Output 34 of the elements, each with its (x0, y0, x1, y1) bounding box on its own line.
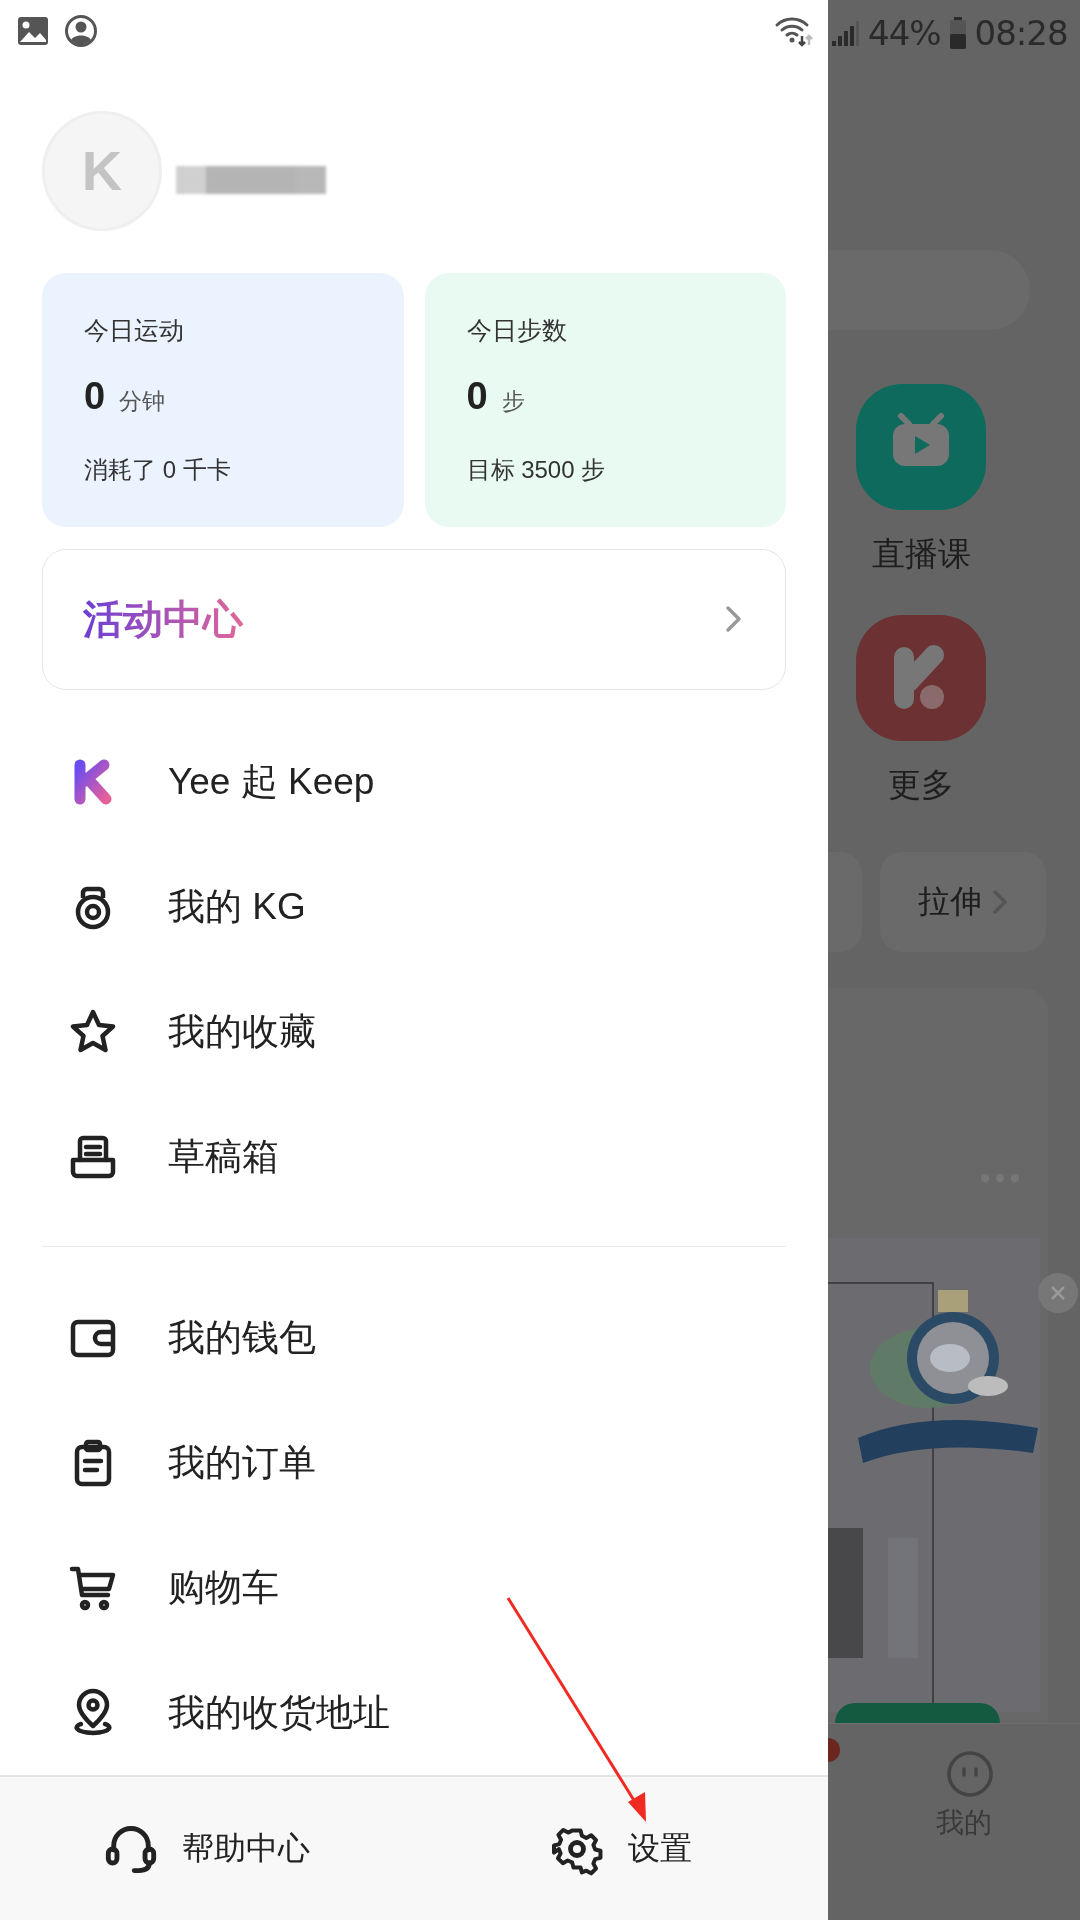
help-center-button[interactable]: 帮助中心 (0, 1777, 414, 1920)
menu-item[interactable]: 我的收货地址 (0, 1650, 828, 1776)
menu-item[interactable]: 我的 KG (0, 844, 828, 970)
settings-button[interactable]: 设置 (414, 1777, 828, 1920)
menu-item[interactable]: Yee 起 Keep (0, 719, 828, 845)
shortcut-label: 直播课 (871, 534, 971, 574)
tv-icon[interactable] (856, 384, 986, 510)
action-button[interactable] (835, 1703, 1000, 1723)
stat-unit: 步 (501, 386, 525, 416)
stat-unit: 分钟 (119, 386, 166, 416)
face-icon[interactable] (946, 1750, 994, 1798)
card-title: 今日运动 (84, 314, 185, 346)
k-logo-icon[interactable] (856, 615, 986, 741)
menu-item[interactable]: 我的钱包 (0, 1275, 828, 1401)
battery-percent: 44% (868, 12, 941, 53)
shortcut-label: 更多 (888, 765, 954, 805)
menu-item[interactable]: 我的收藏 (0, 969, 828, 1095)
close-button[interactable] (1038, 1273, 1078, 1313)
search-bar[interactable] (828, 250, 1030, 330)
battery-icon (948, 15, 967, 50)
stat-value: 0 (84, 374, 106, 418)
stat-detail: 目标 3500 步 (466, 454, 607, 485)
card-title: 今日步数 (466, 314, 568, 346)
chip[interactable] (828, 852, 862, 952)
account-icon (64, 14, 98, 49)
exercise-card[interactable]: 今日运动 0 分钟 消耗了 0 千卡 (42, 272, 404, 527)
clock: 08:28 (974, 12, 1068, 53)
activity-center-card[interactable]: 活动中心 (42, 548, 786, 690)
menu-item[interactable]: 我的订单 (0, 1400, 828, 1526)
menu-item[interactable]: 购物车 (0, 1525, 828, 1651)
stat-value: 0 (466, 374, 488, 418)
stat-detail: 消耗了 0 千卡 (84, 454, 232, 485)
menu-item[interactable]: 草稿箱 (0, 1094, 828, 1220)
steps-card[interactable]: 今日步数 0 步 目标 3500 步 (424, 272, 786, 527)
